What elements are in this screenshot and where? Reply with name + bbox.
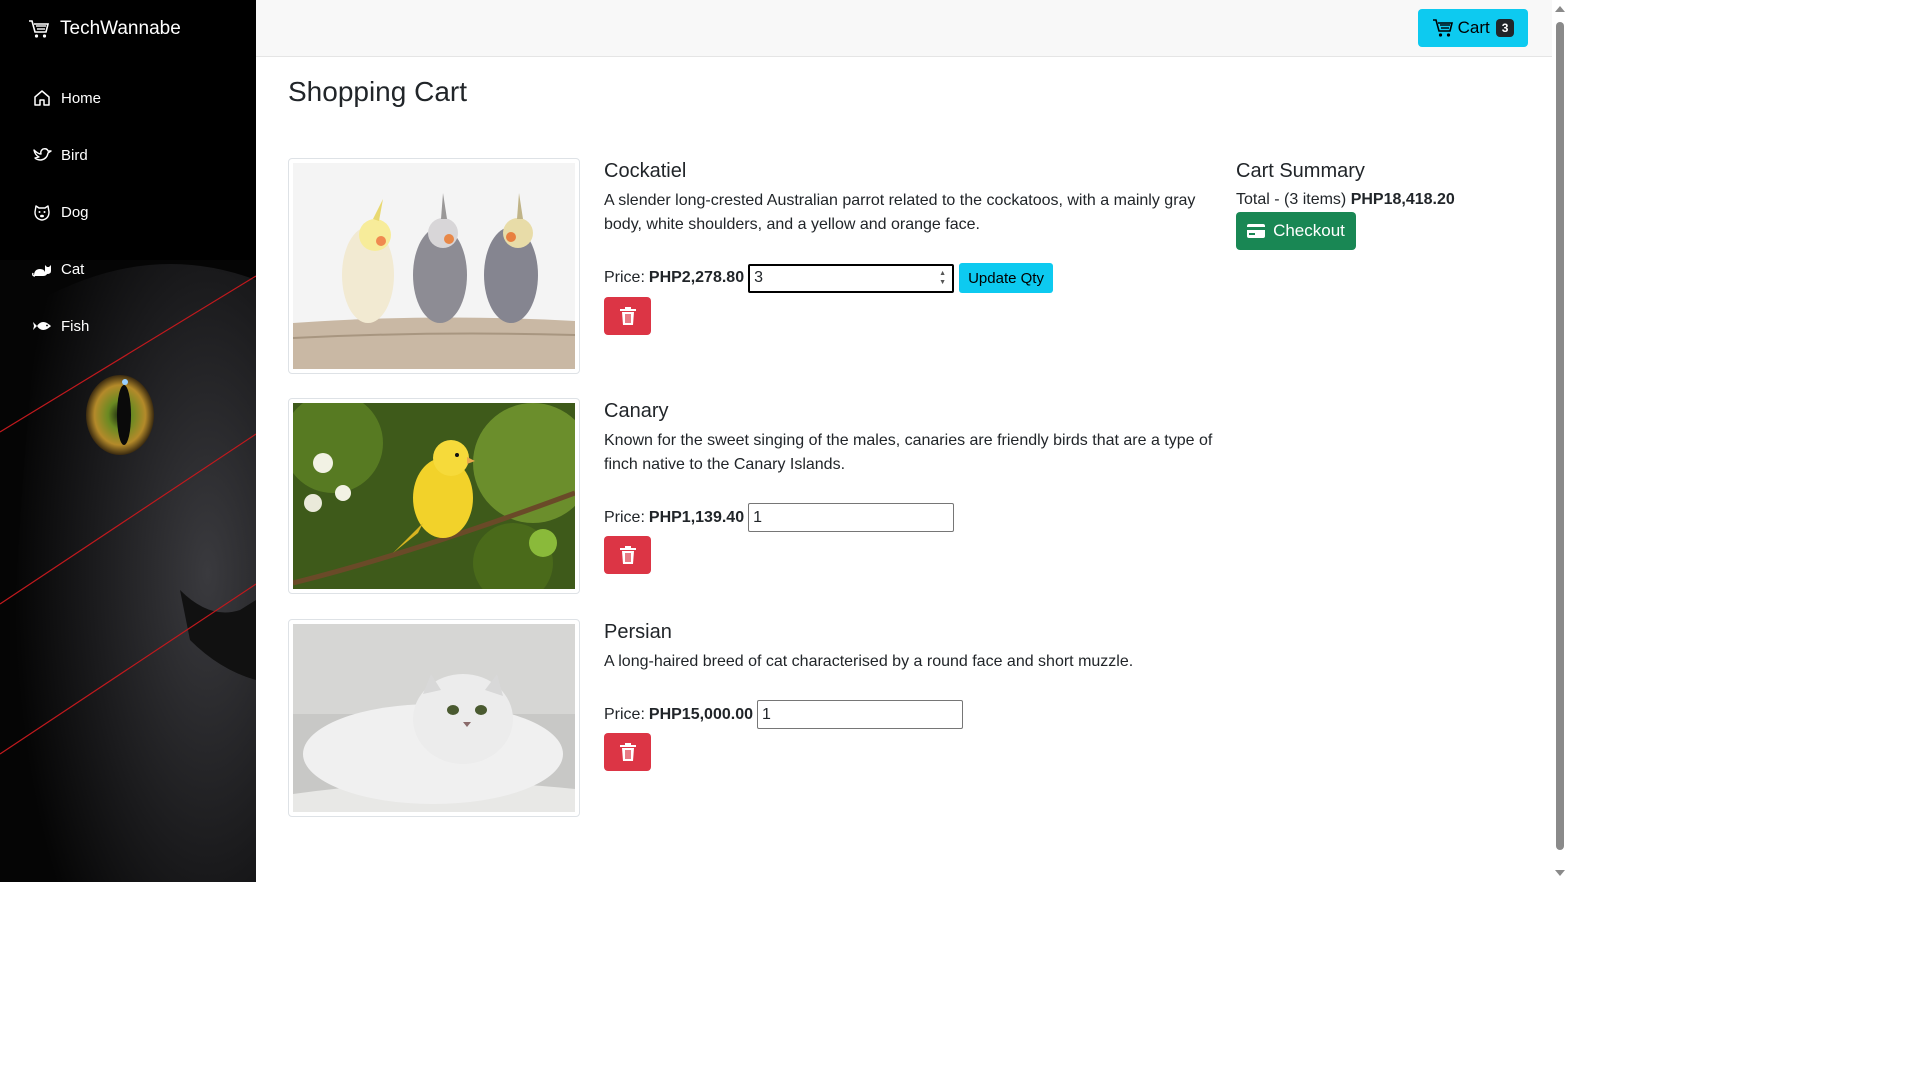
product-image (288, 158, 580, 374)
price-label: Price: (604, 705, 645, 723)
sidebar-item-label: Dog (61, 203, 89, 221)
product-image (288, 619, 580, 817)
sidebar-item-label: Bird (61, 146, 88, 164)
delete-item-button[interactable] (604, 297, 651, 335)
item-info: Canary Known for the sweet singing of th… (604, 398, 1214, 574)
cockatiel-image (293, 163, 575, 369)
price-row: Price: PHP1,139.40 1 (604, 503, 1214, 532)
sidebar-item-cat[interactable]: Cat (32, 257, 101, 281)
sidebar-nav: Home Bird Dog Cat Fish (32, 86, 101, 371)
home-icon (32, 88, 52, 108)
trash-icon (619, 743, 636, 761)
item-description: A slender long-crested Australian parrot… (604, 192, 1196, 233)
cart-total: Total - (3 items) PHP18,418.20 (1236, 191, 1526, 209)
fish-icon (32, 316, 52, 336)
bird-icon (32, 145, 52, 165)
cart-summary: Cart Summary Total - (3 items) PHP18,418… (1236, 158, 1526, 250)
sidebar-item-label: Cat (61, 260, 85, 278)
price-label: Price: (604, 269, 645, 286)
item-name: Canary (604, 400, 669, 422)
quantity-spinner[interactable]: ▲ ▼ (939, 269, 946, 287)
quantity-input[interactable]: 1 (748, 503, 955, 532)
product-image (288, 398, 580, 594)
sidebar-item-label: Home (61, 89, 102, 107)
item-price: PHP2,278.80 (648, 269, 745, 286)
cat-icon (32, 259, 52, 279)
quantity-input[interactable]: 3 ▲ ▼ (748, 263, 955, 293)
canary-image (293, 403, 575, 589)
delete-item-button[interactable] (604, 536, 651, 574)
cart-icon (29, 20, 50, 38)
quantity-value: 3 (754, 269, 763, 286)
item-price: PHP15,000.00 (648, 705, 753, 723)
scroll-thumb[interactable] (1556, 22, 1564, 850)
dog-icon (32, 202, 52, 222)
sidebar-item-fish[interactable]: Fish (32, 314, 101, 338)
quantity-value: 1 (761, 705, 771, 723)
scroll-down-arrow[interactable] (1555, 870, 1565, 876)
item-info: Cockatiel A slender long-crested Austral… (604, 158, 1214, 335)
item-name: Persian (604, 621, 672, 643)
top-navbar: Cart 3 (256, 0, 1552, 57)
item-info: Persian A long-haired breed of cat chara… (604, 619, 1214, 771)
cart-count-badge: 3 (1495, 19, 1515, 37)
page-title: Shopping Cart (288, 76, 468, 107)
update-qty-button[interactable]: Update Qty (959, 263, 1053, 293)
credit-card-icon (1247, 224, 1266, 238)
item-description: A long-haired breed of cat characterised… (604, 653, 1134, 670)
price-label: Price: (604, 508, 645, 526)
trash-icon (619, 307, 636, 325)
brand[interactable]: TechWannabe (28, 18, 181, 40)
cart-total-label: Total - (3 items) (1236, 191, 1347, 208)
price-row: Price: PHP15,000.00 1 (604, 700, 1214, 729)
cart-button-label: Cart (1457, 18, 1490, 37)
checkout-label: Checkout (1273, 221, 1345, 240)
sidebar-item-bird[interactable]: Bird (32, 143, 101, 167)
quantity-input[interactable]: 1 (756, 700, 963, 729)
item-price: PHP1,139.40 (648, 508, 745, 526)
page-scrollbar[interactable] (1552, 0, 1568, 882)
cart-icon (1432, 19, 1453, 37)
sidebar-item-dog[interactable]: Dog (32, 200, 101, 224)
price-row: Price: PHP2,278.80 3 ▲ ▼ Update Qty (604, 263, 1214, 293)
checkout-button[interactable]: Checkout (1236, 212, 1356, 250)
cart-button[interactable]: Cart 3 (1418, 9, 1528, 47)
quantity-value: 1 (753, 508, 762, 526)
item-name: Cockatiel (604, 160, 687, 182)
brand-name: TechWannabe (60, 18, 181, 39)
sidebar: TechWannabe Home Bird Dog Cat Fish (0, 0, 256, 882)
trash-icon (619, 546, 636, 564)
sidebar-item-home[interactable]: Home (32, 86, 101, 110)
item-description: Known for the sweet singing of the males… (604, 432, 1213, 473)
sidebar-item-label: Fish (61, 317, 90, 335)
persian-cat-image (293, 624, 575, 812)
cart-total-value: PHP18,418.20 (1350, 191, 1455, 208)
cart-summary-title: Cart Summary (1236, 160, 1365, 182)
scroll-up-arrow[interactable] (1555, 6, 1565, 12)
delete-item-button[interactable] (604, 733, 651, 771)
